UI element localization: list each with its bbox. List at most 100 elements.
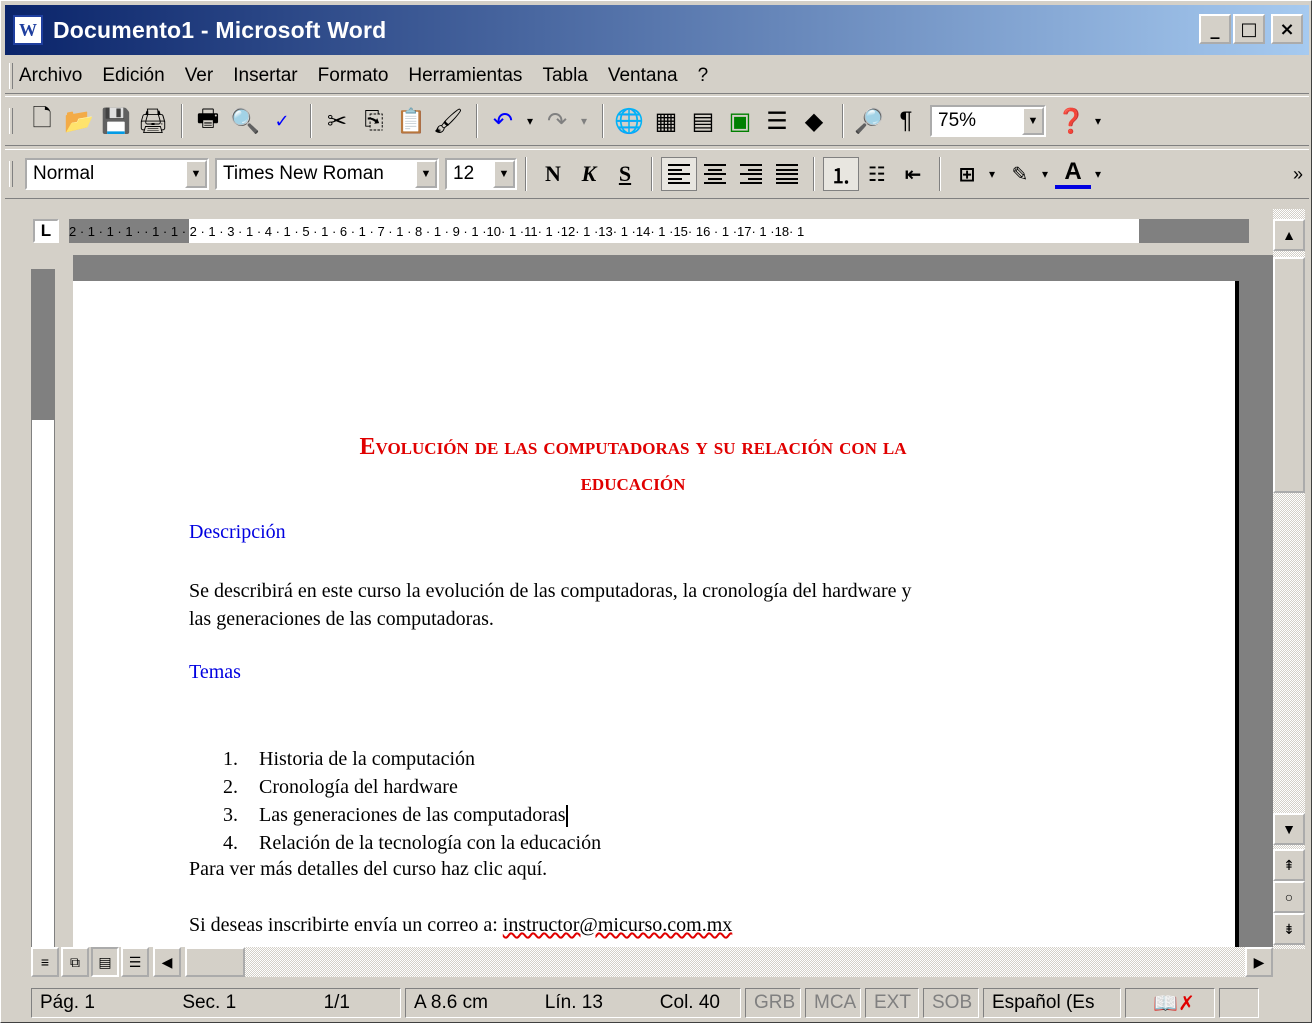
minimize-button[interactable]: _ [1199, 14, 1231, 44]
web-view-button[interactable]: ⧉ [61, 947, 89, 977]
font-size-dropdown-icon[interactable]: ▼ [493, 160, 515, 188]
toolbar-grip[interactable] [9, 62, 13, 89]
horizontal-scroll-thumb[interactable] [185, 947, 245, 977]
next-page-button[interactable]: ⇟ [1273, 913, 1305, 945]
menu-archivo[interactable]: Archivo [19, 65, 82, 87]
align-center-button[interactable] [697, 157, 733, 191]
document-page[interactable]: Evolución de las computadoras y su relac… [73, 281, 1239, 947]
menu-insertar[interactable]: Insertar [233, 65, 297, 87]
description-paragraph: Se describirá en este curso la evolución… [189, 580, 912, 630]
toolbar-overflow-icon[interactable]: » [1293, 164, 1303, 185]
menu-edicion[interactable]: Edición [102, 65, 164, 87]
previous-page-button[interactable]: ⇞ [1273, 849, 1305, 881]
tables-borders-icon[interactable]: ▦ [649, 104, 683, 138]
maximize-button[interactable]: □ [1233, 14, 1265, 44]
undo-icon[interactable]: ↶ [486, 104, 520, 138]
document-area[interactable]: Evolución de las computadoras y su relac… [73, 255, 1273, 947]
status-track[interactable]: MCA [805, 988, 861, 1018]
borders-button[interactable]: ⊞ [949, 157, 985, 191]
italic-button[interactable]: K [571, 157, 607, 191]
style-select[interactable]: Normal ▼ [25, 158, 209, 190]
vertical-scroll-thumb[interactable] [1273, 257, 1305, 493]
menu-tabla[interactable]: Tabla [542, 65, 587, 87]
font-select[interactable]: Times New Roman ▼ [215, 158, 439, 190]
vertical-scrollbar[interactable]: ▲ ▼ ⇞ ○ ⇟ [1273, 209, 1305, 949]
scroll-left-button[interactable]: ◀ [153, 947, 181, 977]
status-empty [1219, 988, 1259, 1018]
copy-icon[interactable]: ⎘ [357, 104, 391, 138]
font-color-button[interactable]: A [1055, 158, 1091, 189]
scroll-down-button[interactable]: ▼ [1273, 813, 1305, 845]
align-left-button[interactable] [661, 157, 697, 191]
drawing-icon[interactable]: ◆ [797, 104, 831, 138]
close-button[interactable]: × [1271, 14, 1303, 44]
borders-dropdown-icon[interactable]: ▾ [985, 157, 999, 191]
save-icon[interactable]: 💾 [99, 104, 133, 138]
menu-help[interactable]: ? [698, 65, 709, 87]
horizontal-scrollbar[interactable] [185, 947, 1273, 977]
insert-table-icon[interactable]: ▤ [686, 104, 720, 138]
toolbar-grip[interactable] [9, 108, 13, 134]
new-document-icon[interactable]: 🗋 [25, 104, 59, 138]
scroll-right-button[interactable]: ▶ [1245, 947, 1273, 977]
insert-excel-icon[interactable]: ▣ [723, 104, 757, 138]
ruler-marks: 2 · 1 · 1 · 1 · · 1 · 1 · 2 · 1 · 3 · 1 … [69, 223, 805, 239]
hyperlink-icon[interactable]: 🌐 [612, 104, 646, 138]
word-doc-icon[interactable]: W [13, 15, 43, 45]
decrease-indent-button[interactable]: ⇤ [895, 157, 931, 191]
menu-herramientas[interactable]: Herramientas [408, 65, 522, 87]
menu-formato[interactable]: Formato [318, 65, 389, 87]
print-icon[interactable]: 🖶 [191, 104, 225, 138]
paste-icon[interactable]: 📋 [394, 104, 428, 138]
print-preview-icon[interactable]: 🔍 [228, 104, 262, 138]
underline-button[interactable]: S [607, 157, 643, 191]
status-language[interactable]: Español (Es [983, 988, 1121, 1018]
help-icon[interactable]: ❓ [1054, 104, 1088, 138]
font-dropdown-icon[interactable]: ▼ [415, 160, 437, 188]
zoom-select[interactable]: 75% ▼ [930, 105, 1046, 137]
menu-ver[interactable]: Ver [185, 65, 214, 87]
bold-button[interactable]: N [535, 157, 571, 191]
email-link[interactable]: instructor@micurso.com.mx [503, 914, 733, 936]
spelling-status-icon[interactable]: 📖 ✗ [1125, 988, 1215, 1018]
vertical-ruler[interactable] [31, 269, 55, 949]
outline-view-button[interactable]: ☰ [121, 947, 149, 977]
undo-dropdown-icon[interactable]: ▾ [523, 104, 537, 138]
open-folder-icon[interactable]: 📂 [62, 104, 96, 138]
format-painter-icon[interactable]: 🖌 [431, 104, 465, 138]
toolbar-grip[interactable] [9, 161, 13, 187]
highlight-button[interactable]: ✎ [1002, 157, 1038, 191]
bullets-button[interactable]: ☷ [859, 157, 895, 191]
title-bar[interactable]: W Documento1 - Microsoft Word _ □ × [5, 5, 1309, 55]
document-map-icon[interactable]: 🔎 [852, 104, 886, 138]
horizontal-ruler[interactable]: 2 · 1 · 1 · 1 · · 1 · 1 · 2 · 1 · 3 · 1 … [69, 219, 1249, 243]
permission-icon[interactable]: 🖨 [136, 104, 170, 138]
print-view-button[interactable]: ▤ [91, 947, 119, 977]
font-size-select[interactable]: 12 ▼ [445, 158, 517, 190]
style-dropdown-icon[interactable]: ▼ [185, 160, 207, 188]
toolbar-options-icon[interactable]: ▾ [1091, 104, 1105, 138]
columns-icon[interactable]: ☰ [760, 104, 794, 138]
status-extend[interactable]: EXT [865, 988, 919, 1018]
spelling-icon[interactable]: ✓ [265, 104, 299, 138]
align-right-button[interactable] [733, 157, 769, 191]
heading-topics: Temas [189, 661, 241, 683]
tab-selector[interactable]: L [33, 219, 59, 243]
redo-dropdown-icon[interactable]: ▾ [577, 104, 591, 138]
justify-button[interactable] [769, 157, 805, 191]
menu-ventana[interactable]: Ventana [608, 65, 678, 87]
cut-icon[interactable]: ✂ [320, 104, 354, 138]
redo-icon[interactable]: ↷ [540, 104, 574, 138]
status-record[interactable]: GRB [745, 988, 801, 1018]
show-hide-icon[interactable]: ¶ [889, 104, 923, 138]
normal-view-button[interactable]: ≡ [31, 947, 59, 977]
font-color-dropdown-icon[interactable]: ▾ [1091, 157, 1105, 191]
zoom-dropdown-icon[interactable]: ▼ [1022, 107, 1044, 135]
word-window: W Documento1 - Microsoft Word _ □ × Arch… [0, 0, 1312, 1023]
status-overtype[interactable]: SOB [923, 988, 979, 1018]
select-browse-object-button[interactable]: ○ [1273, 881, 1305, 913]
numbering-button[interactable]: ⒈ [823, 157, 859, 191]
highlight-dropdown-icon[interactable]: ▾ [1038, 157, 1052, 191]
scroll-up-button[interactable]: ▲ [1273, 219, 1305, 251]
font-size-value: 12 [453, 163, 475, 184]
